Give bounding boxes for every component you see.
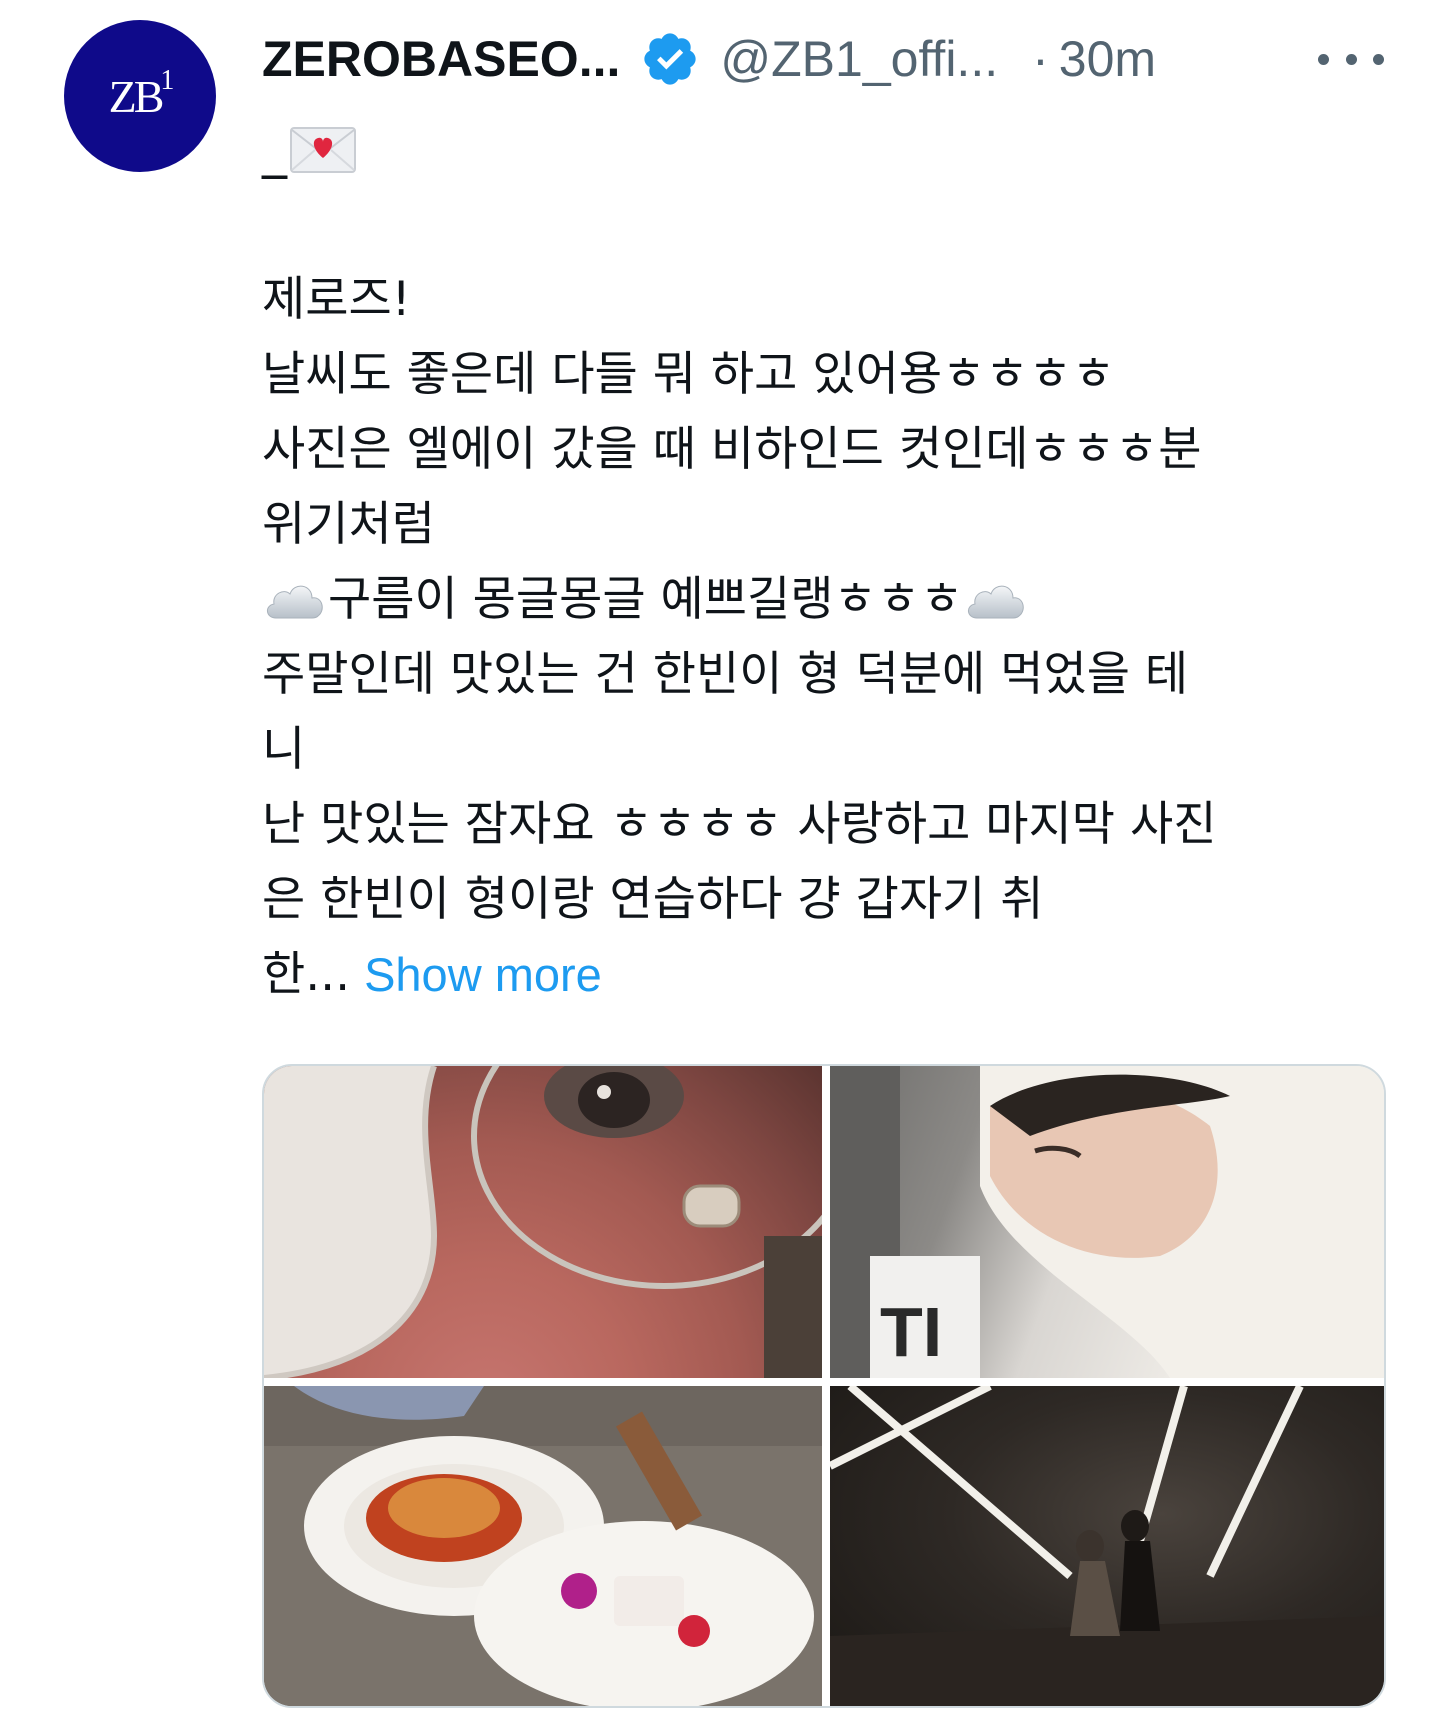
love-letter-icon [290,127,356,173]
photo-1-art [264,1066,822,1378]
tweet-text: 제로즈! 날씨도 좋은데 다들 뭐 하고 있어용ㅎㅎㅎㅎ 사진은 엘에이 갔을 … [262,262,1392,1012]
tweet[interactable]: ZB1 ZEROBASEO... @ZB1_offi... · 30m _ 제로… [0,0,1440,1724]
tweet-text-line: 구름이 몽글몽글 예쁘길랭ㅎㅎㅎ [262,562,1392,637]
cloud-icon [968,585,1024,618]
text-segment: 난 맛있는 잠자요 ㅎㅎㅎㅎ 사랑하고 마지막 사진 [262,797,1217,852]
tweet-text-line: 주말인데 맛있는 건 한빈이 형 덕분에 먹었을 테 [262,637,1392,712]
tweet-text-line: 날씨도 좋은데 다들 뭐 하고 있어용ㅎㅎㅎㅎ [262,337,1392,412]
photo-3-art [264,1386,822,1706]
photo-4-practice-room[interactable] [830,1386,1384,1706]
svg-text:TI: TI [880,1293,942,1371]
more-options-icon[interactable] [1318,44,1384,74]
tweet-text-line: 은 한빈이 형이랑 연습하다 걍 갑자기 취 [262,862,1392,937]
timestamp[interactable]: 30m [1059,30,1156,88]
tweet-text-line: 사진은 엘에이 갔을 때 비하인드 컷인데ㅎㅎㅎ분 [262,412,1392,487]
display-name[interactable]: ZEROBASEO... [262,30,620,88]
tweet-text-line: 니 [262,712,1392,787]
text-segment: 한... [262,947,351,1002]
avatar-logo: ZB1 [108,65,175,122]
text-segment: 사진은 엘에이 갔을 때 비하인드 컷인데ㅎㅎㅎ분 [262,422,1202,477]
text-segment: 구름이 몽글몽글 예쁘길랭ㅎㅎㅎ [328,572,964,627]
tweet-text-line: 난 맛있는 잠자요 ㅎㅎㅎㅎ 사랑하고 마지막 사진 [262,787,1392,862]
separator-dot: · [1032,31,1049,87]
text-segment: 니 [262,722,306,777]
media-grid: TI [262,1064,1386,1708]
photo-1-closeup-glasses[interactable] [264,1066,822,1378]
tweet-text-line: 위기처럼 [262,487,1392,562]
cloud-icon [267,585,323,618]
text-segment: 날씨도 좋은데 다들 뭐 하고 있어용ㅎㅎㅎㅎ [262,347,1116,402]
avatar[interactable]: ZB1 [64,20,216,172]
verified-badge-icon [644,33,696,85]
tweet-first-line: _ [262,118,357,182]
more-dot [1318,53,1329,65]
photo-3-lasagna-dinner[interactable] [264,1386,822,1706]
tweet-text-line: 제로즈! [262,262,1392,337]
show-more-link[interactable]: Show more [364,937,602,1012]
text-segment: 은 한빈이 형이랑 연습하다 걍 갑자기 취 [262,872,1044,927]
photo-2-resting-on-pillow[interactable]: TI [830,1066,1384,1378]
underscore-text: _ [262,121,287,179]
more-dot [1345,53,1357,65]
text-segment: 위기처럼 [262,497,435,552]
photo-2-art: TI [830,1066,1384,1378]
handle[interactable]: @ZB1_offi... [720,30,998,88]
text-segment: 제로즈! [262,272,411,327]
tweet-text-line: 한... Show more [262,937,1392,1012]
text-segment: 주말인데 맛있는 건 한빈이 형 덕분에 먹었을 테 [262,647,1189,702]
more-dot [1373,53,1384,65]
tweet-header: ZEROBASEO... @ZB1_offi... · 30m [262,24,1156,94]
photo-4-art [830,1386,1384,1706]
